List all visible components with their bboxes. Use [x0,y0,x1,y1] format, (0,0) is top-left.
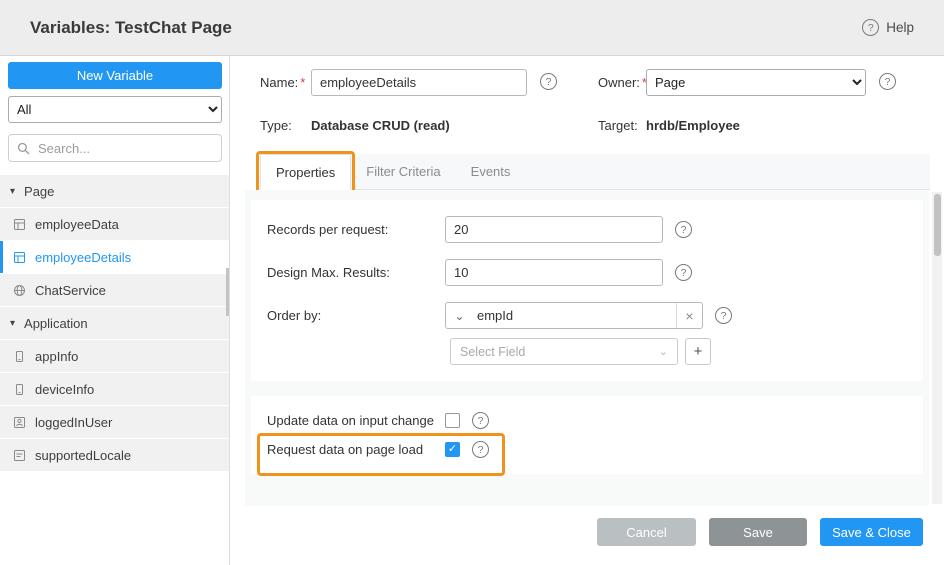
tree-label: loggedInUser [35,415,112,430]
check-icon: ✓ [448,444,457,455]
help-icon: ? [862,19,879,36]
tree-item-appinfo[interactable]: appInfo [0,340,229,372]
properties-panel: Records per request: ? Design Max. Resul… [245,190,929,506]
tree-item-supportedlocale[interactable]: supportedLocale [0,439,229,471]
owner-label: Owner:* [598,75,647,90]
page-title: Variables: TestChat Page [30,18,232,38]
vertical-scrollbar[interactable] [932,192,942,504]
user-icon [13,416,26,429]
tree-item-employeedata[interactable]: employeeData [0,208,229,240]
update-on-input-checkbox[interactable] [445,413,460,428]
tree-label: ChatService [35,283,106,298]
save-button[interactable]: Save [709,518,807,546]
name-label: Name:* [260,75,305,90]
request-on-load-help-icon[interactable]: ? [472,441,489,458]
search-box[interactable] [8,134,222,162]
order-by-help-icon[interactable]: ? [715,307,732,324]
tree-group-page[interactable]: ▾ Page [0,175,229,207]
tree-label: deviceInfo [35,382,94,397]
dialog-header: Variables: TestChat Page ? Help [0,0,944,56]
chevron-down-icon: ⌄ [659,345,668,358]
tree-label: employeeData [35,217,119,232]
name-help-icon[interactable]: ? [540,73,557,90]
locale-icon [13,449,26,462]
variable-tree: ▾ Page employeeData employeeDetails Chat… [0,175,229,471]
vertical-scrollbar-thumb[interactable] [934,194,941,256]
search-icon [17,142,30,155]
tree-label: supportedLocale [35,448,131,463]
tree-item-loggedinuser[interactable]: loggedInUser [0,406,229,438]
design-max-results-help-icon[interactable]: ? [675,264,692,281]
order-by-field-placeholder: Select Field [460,345,525,359]
target-label: Target: [598,118,638,133]
name-input[interactable] [311,69,527,96]
records-per-request-help-icon[interactable]: ? [675,221,692,238]
update-on-input-help-icon[interactable]: ? [472,412,489,429]
search-input[interactable] [36,140,213,157]
target-value: hrdb/Employee [646,118,740,133]
caret-down-icon: ▾ [10,186,15,197]
owner-help-icon[interactable]: ? [879,73,896,90]
save-close-button[interactable]: Save & Close [820,518,923,546]
help-label: Help [886,20,914,35]
tree-item-employeedetails[interactable]: employeeDetails [0,241,229,273]
records-per-request-input[interactable] [445,216,663,243]
order-by-input[interactable] [473,303,676,328]
tree-item-chatservice[interactable]: ChatService [0,274,229,306]
device-icon [13,350,26,363]
update-on-input-label: Update data on input change [267,413,445,428]
new-variable-button[interactable]: New Variable [8,62,222,89]
request-on-load-checkbox[interactable]: ✓ [445,442,460,457]
tab-filter-criteria[interactable]: Filter Criteria [351,154,455,189]
order-by-dropdown-toggle-icon[interactable]: ⌄ [446,303,473,328]
sidebar-scrollbar-thumb[interactable] [226,268,229,316]
cancel-button[interactable]: Cancel [597,518,696,546]
caret-down-icon: ▾ [10,318,15,329]
tree-group-application[interactable]: ▾ Application [0,307,229,339]
variable-filter-select[interactable]: All [8,96,222,123]
tree-label: Page [24,184,54,199]
sidebar: New Variable All ▾ Page employeeData emp… [0,56,230,565]
order-by-label: Order by: [267,308,445,323]
load-settings-card: Update data on input change ? Request da… [251,396,923,474]
design-max-results-label: Design Max. Results: [267,265,445,280]
device-icon [13,383,26,396]
footer-actions: Cancel Save Save & Close [597,518,923,546]
main-panel: Name:* ? Owner:* Page ? Type: Database C… [231,56,944,565]
request-settings-card: Records per request: ? Design Max. Resul… [251,200,923,381]
tree-item-deviceinfo[interactable]: deviceInfo [0,373,229,405]
records-per-request-label: Records per request: [267,222,445,237]
tree-label: employeeDetails [35,250,131,265]
owner-select[interactable]: Page [646,69,866,96]
tabs-bar: Properties Filter Criteria Events [260,154,930,190]
tab-events[interactable]: Events [456,154,526,189]
add-order-field-button[interactable]: + [685,338,711,365]
tree-label: appInfo [35,349,78,364]
table-variable-icon [13,218,26,231]
type-label: Type: [260,118,292,133]
variables-dialog: { "header": { "title": "Variables: TestC… [0,0,944,565]
help-button[interactable]: ? Help [862,19,914,36]
type-value: Database CRUD (read) [311,118,450,133]
table-variable-icon [13,251,26,264]
required-asterisk: * [300,75,305,90]
order-by-field-select[interactable]: Select Field ⌄ [450,338,678,365]
design-max-results-input[interactable] [445,259,663,286]
tab-properties[interactable]: Properties [260,154,351,190]
globe-icon [13,284,26,297]
order-by-clear-icon[interactable]: × [676,303,702,328]
order-by-group: ⌄ × [445,302,703,329]
request-on-load-label: Request data on page load [267,442,445,457]
tree-label: Application [24,316,88,331]
